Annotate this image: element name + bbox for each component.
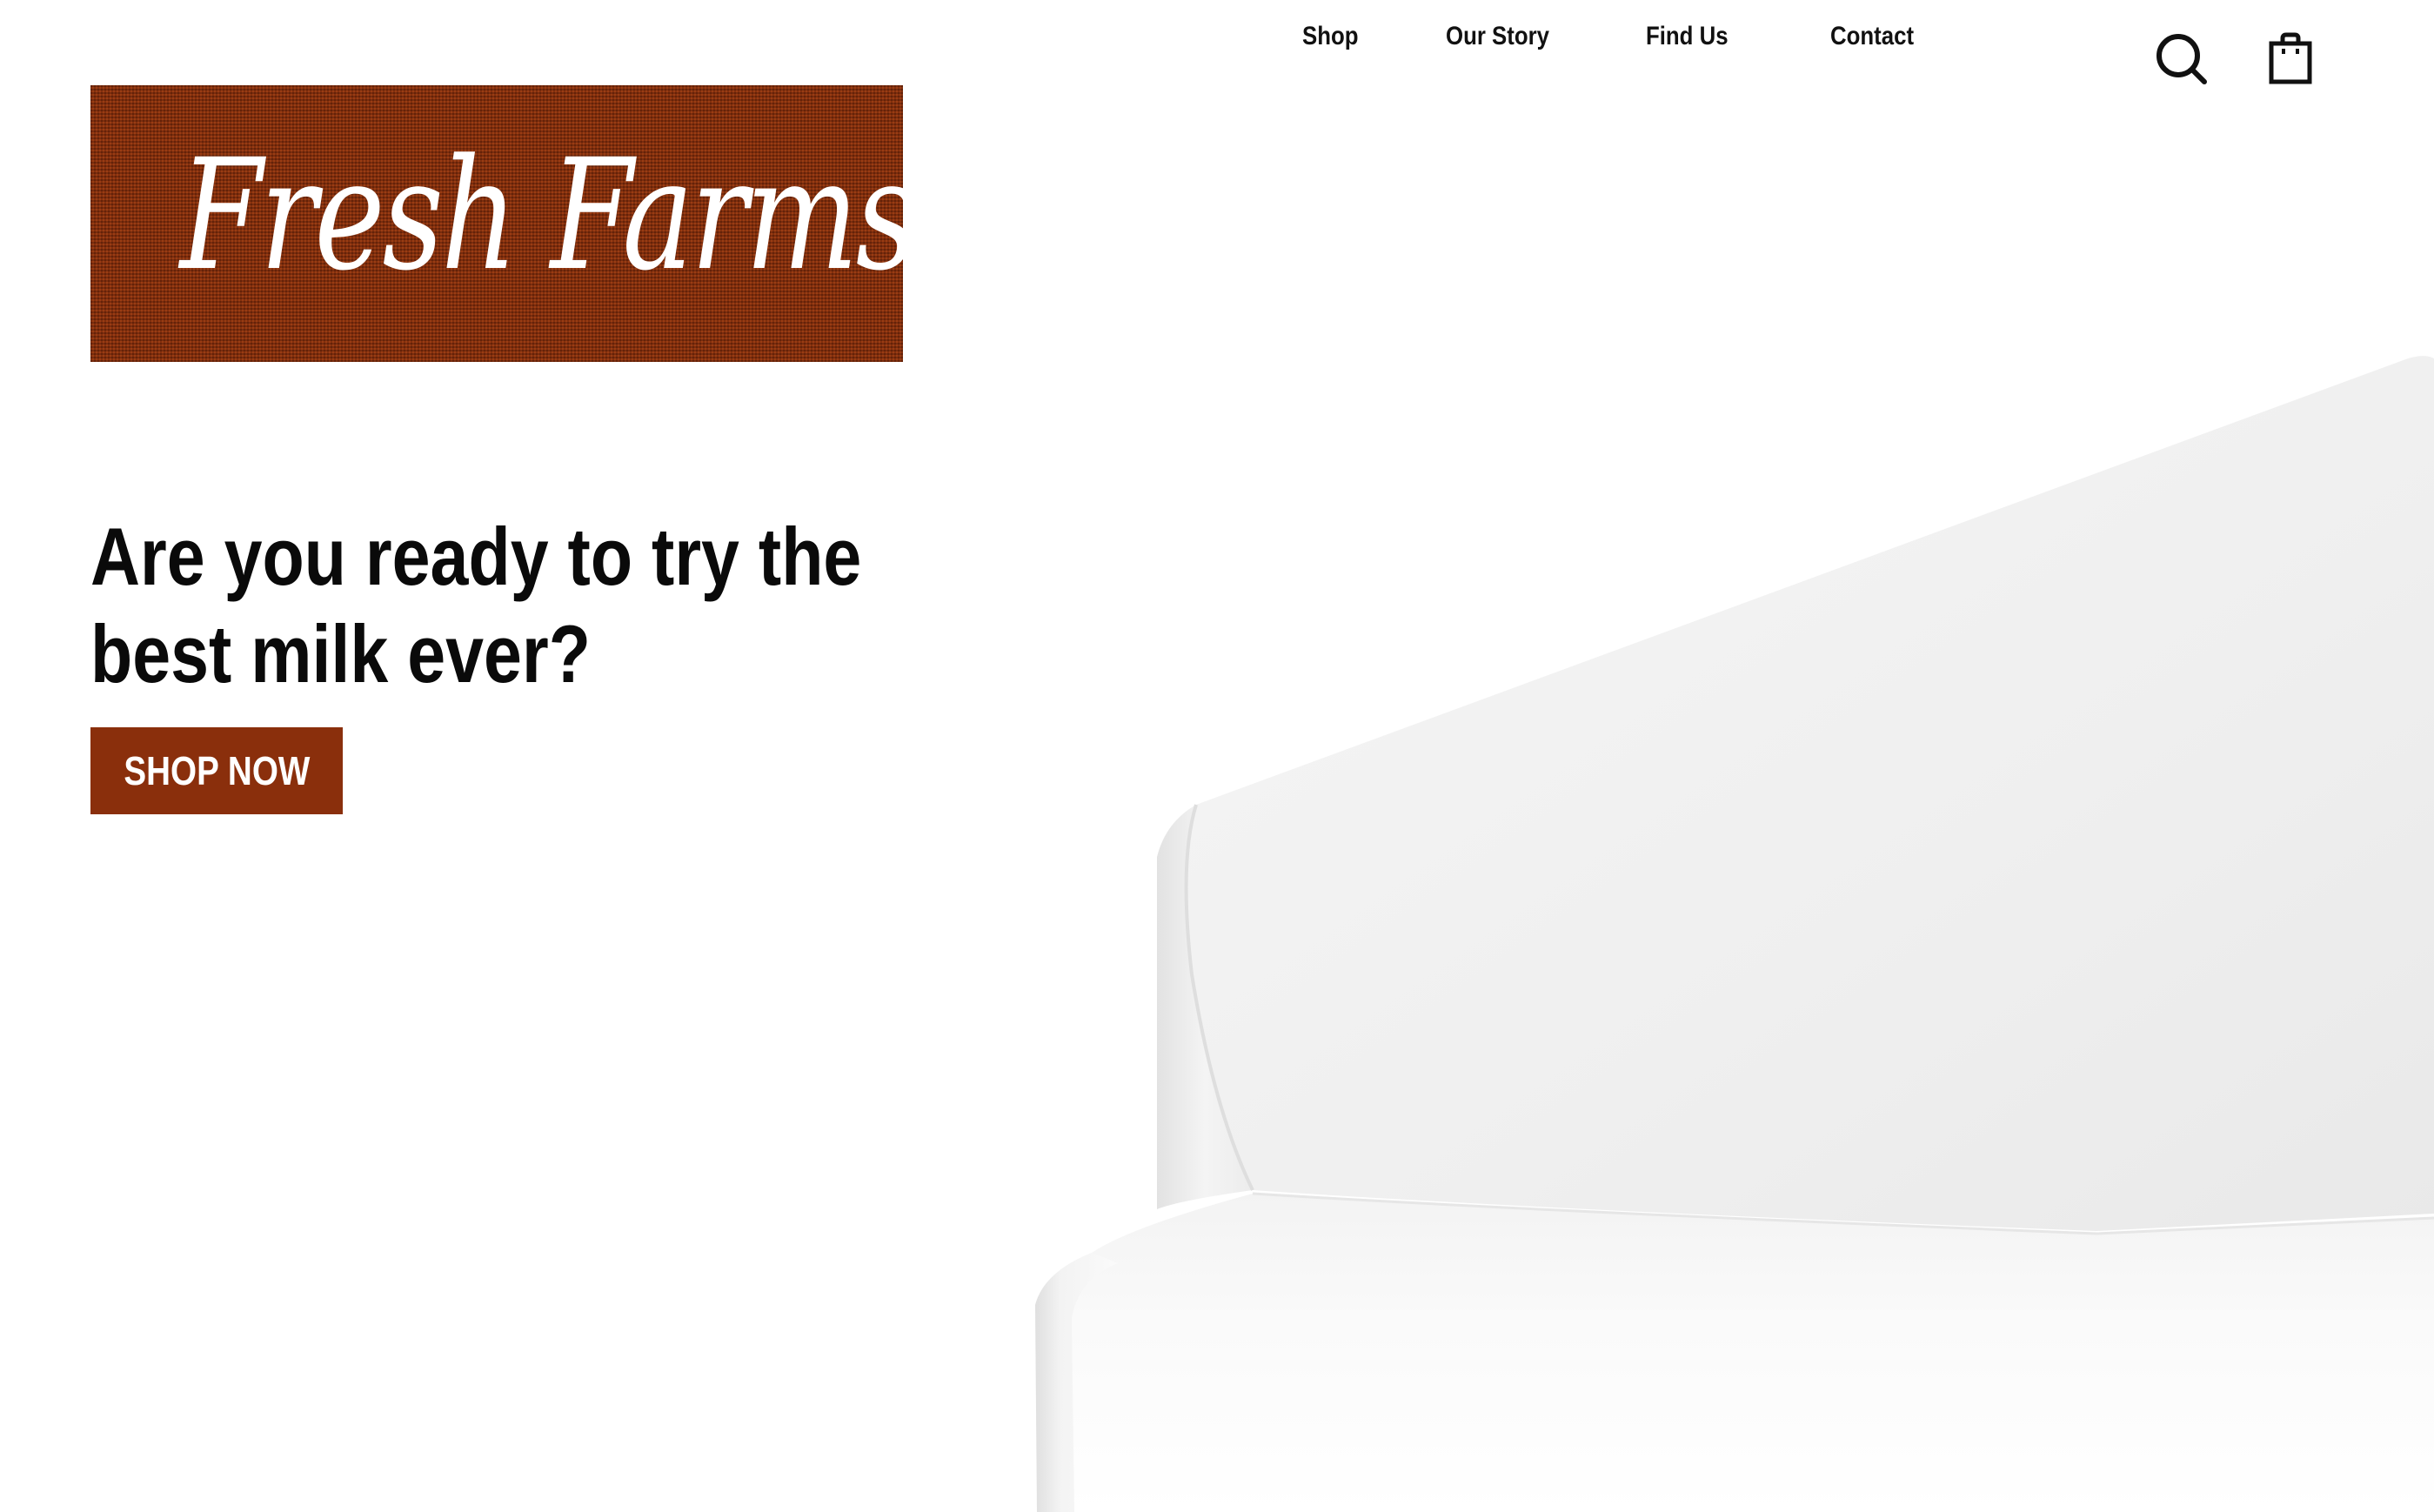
nav-link-find-us[interactable]: Find Us	[1646, 18, 1729, 55]
shopping-bag-icon	[2269, 32, 2312, 84]
shop-now-label: SHOP NOW	[124, 748, 310, 793]
page: Fresh Farms Shop Our Story Find Us Conta…	[0, 0, 2434, 1512]
nav-link-shop[interactable]: Shop	[1302, 18, 1359, 55]
cart-button[interactable]	[2263, 31, 2319, 87]
nav-link-contact[interactable]: Contact	[1830, 18, 1914, 55]
search-button[interactable]	[2154, 31, 2210, 87]
search-icon	[2156, 34, 2207, 84]
shop-now-button[interactable]: SHOP NOW	[90, 727, 343, 814]
hero-headline: Are you ready to try the best milk ever?	[90, 511, 862, 699]
logo-text: Fresh Farms	[179, 126, 903, 304]
fresh-farms-logo[interactable]: Fresh Farms	[90, 85, 903, 362]
nav-link-our-story[interactable]: Our Story	[1446, 18, 1549, 55]
